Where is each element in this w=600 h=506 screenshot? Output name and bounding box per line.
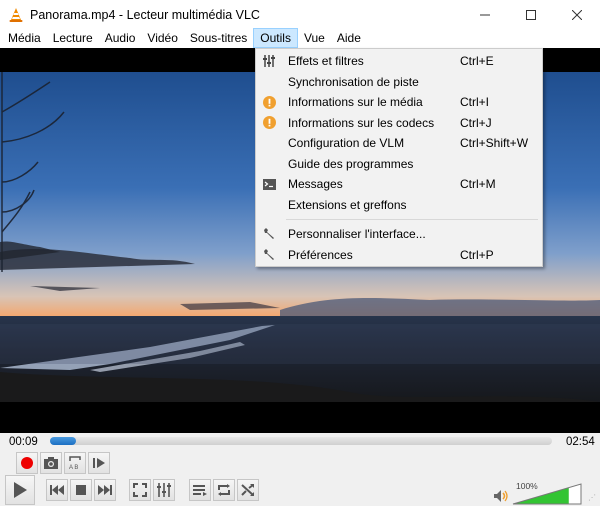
repeat-icon <box>218 484 230 496</box>
terminal-icon <box>262 177 276 191</box>
player-controls: 00:09 02:54 A B 100% ⋰ <box>0 433 600 506</box>
info-icon <box>262 95 276 109</box>
shuffle-icon <box>241 484 254 496</box>
previous-button[interactable] <box>46 479 68 501</box>
menu-video[interactable]: Vidéo <box>141 28 183 48</box>
playlist-button[interactable] <box>189 479 211 501</box>
maximize-button[interactable] <box>508 0 554 30</box>
frame-step-icon <box>93 458 105 468</box>
seek-bar-fill <box>50 437 77 445</box>
maximize-icon <box>526 10 536 20</box>
playlist-icon <box>193 485 207 496</box>
frame-step-button[interactable] <box>88 452 110 474</box>
volume-slider[interactable] <box>512 483 582 505</box>
menu-sous-titres[interactable]: Sous-titres <box>184 28 253 48</box>
tools-menu: Effets et filtres Ctrl+E Synchronisation… <box>255 48 543 267</box>
speaker-icon[interactable] <box>493 489 509 506</box>
menu-media[interactable]: Média <box>2 28 47 48</box>
menu-item-effets-filtres[interactable]: Effets et filtres Ctrl+E <box>256 51 542 72</box>
record-button[interactable] <box>16 452 38 474</box>
snapshot-button[interactable] <box>40 452 62 474</box>
minimize-icon <box>480 14 490 16</box>
next-icon <box>98 485 112 495</box>
title-bar: Panorama.mp4 - Lecteur multimédia VLC <box>0 0 600 30</box>
fullscreen-icon <box>133 483 147 497</box>
elapsed-time: 00:09 <box>9 436 38 448</box>
menu-item-messages[interactable]: Messages Ctrl+M <box>256 174 542 195</box>
play-icon <box>14 482 27 498</box>
menu-item-synchronisation[interactable]: Synchronisation de piste <box>256 72 542 93</box>
menu-item-info-media[interactable]: Informations sur le média Ctrl+I <box>256 92 542 113</box>
menu-separator <box>286 219 538 220</box>
vlc-cone-icon <box>8 7 24 23</box>
info-icon <box>262 116 276 130</box>
previous-icon <box>50 485 64 495</box>
stop-button[interactable] <box>70 479 92 501</box>
fullscreen-button[interactable] <box>129 479 151 501</box>
loop-ab-button[interactable]: A B <box>64 452 86 474</box>
extended-settings-button[interactable] <box>153 479 175 501</box>
ab-loop-icon: A B <box>69 456 81 471</box>
menu-vue[interactable]: Vue <box>298 28 331 48</box>
menu-item-preferences[interactable]: Préférences Ctrl+P <box>256 245 542 266</box>
minimize-button[interactable] <box>462 0 508 30</box>
total-duration: 02:54 <box>566 436 595 448</box>
equalizer-icon <box>157 483 171 497</box>
menu-outils[interactable]: Outils <box>253 28 298 48</box>
window-title: Panorama.mp4 - Lecteur multimédia VLC <box>30 8 260 22</box>
wrench-icon <box>262 248 276 262</box>
camera-icon <box>44 457 58 469</box>
shuffle-button[interactable] <box>237 479 259 501</box>
close-icon <box>572 10 582 20</box>
menu-bar: Média Lecture Audio Vidéo Sous-titres Ou… <box>0 28 600 48</box>
play-button[interactable] <box>5 475 35 505</box>
resize-grip-icon[interactable]: ⋰ <box>588 493 596 502</box>
volume-control: 100% ⋰ <box>490 479 600 506</box>
stop-icon <box>76 485 86 495</box>
svg-text:A B: A B <box>69 465 78 471</box>
menu-lecture[interactable]: Lecture <box>47 28 99 48</box>
menu-item-personnaliser[interactable]: Personnaliser l'interface... <box>256 224 542 245</box>
menu-audio[interactable]: Audio <box>99 28 142 48</box>
next-button[interactable] <box>94 479 116 501</box>
menu-item-info-codecs[interactable]: Informations sur les codecs Ctrl+J <box>256 113 542 134</box>
menu-item-vlm[interactable]: Configuration de VLM Ctrl+Shift+W <box>256 133 542 154</box>
wrench-icon <box>262 227 276 241</box>
menu-aide[interactable]: Aide <box>331 28 367 48</box>
equalizer-icon <box>262 54 276 68</box>
menu-item-guide-programmes[interactable]: Guide des programmes <box>256 154 542 175</box>
close-button[interactable] <box>554 0 600 30</box>
loop-button[interactable] <box>213 479 235 501</box>
record-icon <box>21 457 33 469</box>
menu-item-extensions[interactable]: Extensions et greffons <box>256 195 542 216</box>
seek-bar[interactable] <box>50 437 552 445</box>
